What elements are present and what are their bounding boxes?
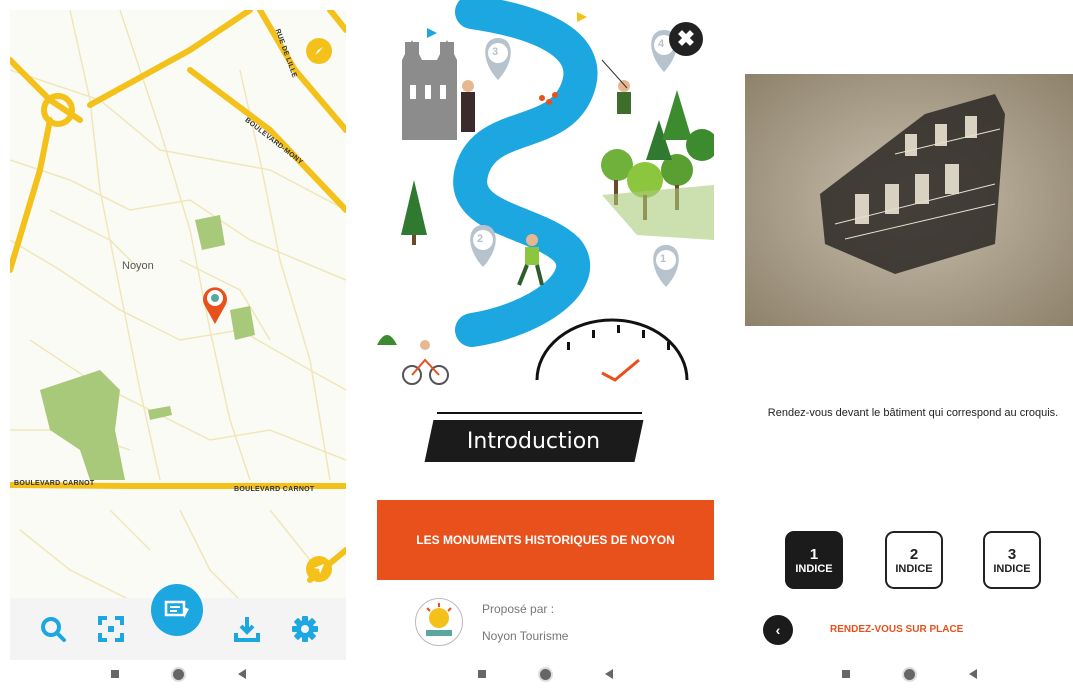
map-book-icon bbox=[164, 600, 189, 618]
home-button[interactable] bbox=[172, 668, 184, 680]
home-button[interactable] bbox=[903, 668, 915, 680]
hint-label: INDICE bbox=[895, 562, 933, 575]
navigation-arrow-icon bbox=[314, 564, 324, 574]
system-nav-bar bbox=[745, 660, 1073, 688]
home-button[interactable] bbox=[540, 668, 551, 680]
river-illustration bbox=[377, 0, 714, 385]
hint-number: 2 bbox=[909, 545, 919, 563]
street-label: BOULEVARD CARNOT bbox=[14, 480, 95, 487]
intro-title: Introduction bbox=[467, 428, 601, 454]
clue-screen: Rendez-vous devant le bâtiment qui corre… bbox=[745, 0, 1073, 688]
system-nav-bar bbox=[377, 660, 714, 688]
scan-icon bbox=[98, 616, 124, 642]
hint-button-1[interactable]: 1 INDICE bbox=[785, 531, 843, 589]
city-map[interactable]: Noyon RUE DE LILLE BOULEVARD-MONY BOULEV… bbox=[10, 7, 346, 601]
intro-title-banner: Introduction bbox=[424, 420, 644, 462]
close-icon: ✖ bbox=[676, 26, 696, 51]
search-icon bbox=[41, 617, 66, 642]
proposed-by-name: Noyon Tourisme bbox=[482, 629, 569, 643]
map-roads bbox=[10, 7, 346, 601]
location-pin[interactable] bbox=[203, 287, 228, 324]
waypoint-number: 4 bbox=[658, 38, 665, 50]
back-button[interactable] bbox=[605, 669, 613, 679]
building-sketch-image bbox=[745, 74, 1073, 326]
search-button[interactable] bbox=[36, 612, 70, 646]
recent-apps-button[interactable] bbox=[841, 670, 850, 678]
bottom-nav bbox=[10, 584, 346, 660]
compass-icon bbox=[315, 47, 323, 55]
download-icon bbox=[234, 617, 260, 642]
hint-button-3[interactable]: 3 INDICE bbox=[983, 531, 1041, 589]
settings-icon bbox=[292, 616, 318, 642]
city-label: Noyon bbox=[122, 260, 154, 272]
scan-button[interactable] bbox=[94, 612, 128, 646]
download-button[interactable] bbox=[230, 612, 264, 646]
previous-button[interactable]: ‹ bbox=[763, 615, 793, 645]
tour-title-block: LES MONUMENTS HISTORIQUES DE NOYON bbox=[377, 500, 714, 580]
recent-apps-button[interactable] bbox=[478, 670, 486, 678]
instruction-text: Rendez-vous devant le bâtiment qui corre… bbox=[767, 407, 1059, 419]
proposed-by-label: Proposé par : bbox=[482, 602, 555, 616]
noyon-tourisme-logo bbox=[415, 598, 463, 646]
compass-button[interactable] bbox=[306, 38, 332, 64]
locate-button[interactable] bbox=[306, 556, 332, 582]
settings-button[interactable] bbox=[288, 612, 322, 646]
map-screen: Noyon RUE DE LILLE BOULEVARD-MONY BOULEV… bbox=[10, 0, 346, 688]
hint-number: 3 bbox=[1007, 545, 1017, 563]
intro-screen: ✖ 3 4 2 1 Introduction LES MONUMENTS HIS… bbox=[377, 0, 714, 688]
waypoint-number: 2 bbox=[477, 233, 484, 245]
hint-label: INDICE bbox=[795, 562, 833, 575]
hint-label: INDICE bbox=[993, 562, 1031, 575]
back-button[interactable] bbox=[237, 669, 246, 679]
recent-apps-button[interactable] bbox=[110, 670, 119, 678]
chevron-left-icon: ‹ bbox=[775, 622, 781, 638]
tour-title: LES MONUMENTS HISTORIQUES DE NOYON bbox=[416, 532, 675, 547]
divider bbox=[437, 412, 642, 414]
hint-number: 1 bbox=[809, 545, 819, 563]
back-button[interactable] bbox=[968, 669, 977, 679]
map-book-button[interactable] bbox=[151, 584, 203, 636]
close-button[interactable]: ✖ bbox=[669, 22, 703, 56]
hint-button-2[interactable]: 2 INDICE bbox=[885, 531, 943, 589]
street-label: BOULEVARD CARNOT bbox=[234, 486, 315, 493]
system-nav-bar bbox=[10, 660, 346, 688]
go-to-place-link[interactable]: RENDEZ-VOUS SUR PLACE bbox=[830, 624, 963, 635]
waypoint-number: 3 bbox=[492, 46, 499, 58]
author-row: Proposé par : Noyon Tourisme bbox=[377, 590, 714, 660]
waypoint-number: 1 bbox=[660, 253, 667, 265]
